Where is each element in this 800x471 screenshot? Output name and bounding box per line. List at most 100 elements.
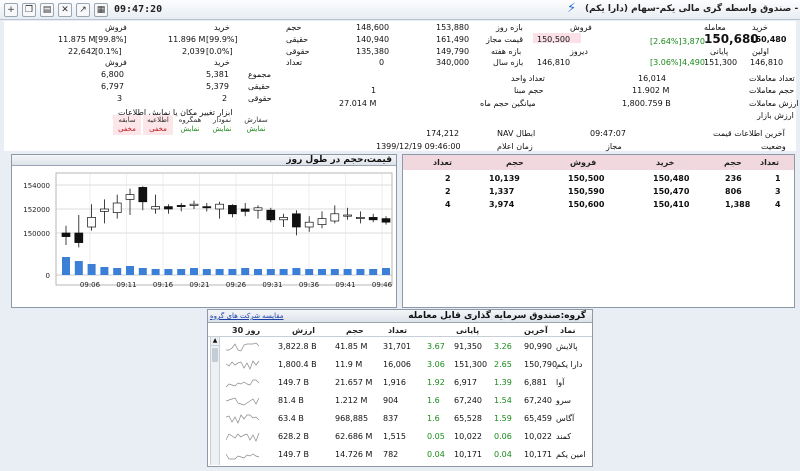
volume-bar (369, 269, 378, 275)
first-value: 146,810 (750, 58, 784, 67)
group-close-pct: 3.06 (427, 360, 445, 369)
tool-history-state: مخفی (118, 125, 136, 133)
copy-icon[interactable]: ❐ (22, 3, 36, 17)
queue-row[interactable]: 4 1,388 150,410 150,600 3,974 4 (403, 199, 794, 212)
tool-chart-toggle[interactable]: نمودار نمایش (207, 115, 237, 135)
candle-body (343, 214, 352, 217)
allowed-price-label: قیمت مجاز (486, 35, 524, 44)
real-buy: 11.896 M (168, 35, 206, 44)
group-row[interactable]: کمند 10,022 0.06 10,022 0.05 1,515 62.686 M 628… (222, 428, 592, 446)
col-buy-label: خرید (214, 23, 230, 32)
last-info-time: 09:47:07 (590, 129, 626, 138)
group-col-value: ارزش (292, 326, 315, 335)
volume-bar (113, 268, 122, 275)
week-high: 149,790 (436, 47, 470, 56)
scroll-up-icon[interactable]: ▲ (211, 337, 219, 346)
group-count: 782 (383, 450, 399, 459)
trades-count: 16,014 (638, 74, 666, 83)
trades-count-label: تعداد معاملات (749, 74, 795, 83)
unit-label: تعداد واحد (511, 74, 545, 83)
week-low: 135,380 (356, 47, 390, 56)
intraday-chart[interactable]: 154000 152000 150000 0 09:06 09:11 09:16 09:21 0… (12, 167, 396, 307)
chart-icon[interactable]: ↗ (76, 3, 90, 17)
volume-bar (356, 269, 365, 275)
group-close-pct: 0.05 (427, 432, 445, 441)
legal-label-2: حقوقی (248, 94, 272, 103)
candle-body (164, 206, 173, 210)
volume-bar (138, 268, 147, 275)
legal-buy-2: 2 (222, 94, 228, 103)
group-row[interactable]: آگاس 65,459 1.59 65,528 1.6 837 968,885 63.4 B (222, 410, 592, 428)
count-label: تعداد (286, 58, 303, 67)
queue-sell-count: 2 (445, 187, 451, 196)
tool-group-toggle[interactable]: همگروه نمایش (175, 115, 205, 135)
queue-col-sell-vol: حجم (506, 158, 524, 167)
real-label-2: حقیقی (248, 82, 271, 91)
year-range-label: بازه سال (493, 58, 524, 67)
candle-body (330, 213, 340, 222)
candle-body (176, 205, 186, 207)
group-close: 10,022 (454, 432, 482, 441)
compare-group-link[interactable]: مقایسه شرکت های گروه (210, 312, 284, 320)
candle-body (356, 217, 365, 219)
sum-buy: 5,381 (206, 70, 229, 79)
group-col-count: تعداد (388, 326, 407, 335)
group-row[interactable]: امین یکم 10,171 0.04 10,171 0.04 782 14.726 M 1… (222, 446, 592, 464)
queue-sell-vol: 1,337 (489, 187, 515, 196)
group-scrollbar[interactable]: ▲ (210, 337, 220, 465)
volume-value: 11.902 M (632, 86, 670, 95)
queue-sell-price: 150,500 (568, 174, 605, 183)
queue-header: تعداد حجم خرید فروش حجم تعداد (403, 155, 794, 170)
volume-bar (318, 269, 326, 275)
group-close: 91,350 (454, 342, 482, 351)
group-count: 837 (383, 414, 399, 423)
avg-month: 27.014 M (339, 99, 377, 108)
x-tick-label: 09:46 (372, 281, 393, 289)
tool-order-toggle[interactable]: سفارش نمایش (239, 115, 273, 135)
queue-row[interactable]: 1 236 150,480 150,500 10,139 2 (403, 173, 794, 186)
last-trade-pct: [2.64%] (650, 37, 682, 46)
queue-sell-price: 150,600 (568, 200, 605, 209)
group-value: 63.4 B (278, 414, 304, 423)
queue-buy-count: 3 (775, 187, 781, 196)
order-queue-panel: تعداد حجم خرید فروش حجم تعداد 1 236 150,48… (402, 154, 795, 308)
group-value: 149.7 B (278, 450, 309, 459)
week-range-label: بازه هفته (491, 47, 522, 56)
tools-icon[interactable]: ✕ (58, 3, 72, 17)
queue-sell-count: 2 (445, 174, 451, 183)
last-info-label: آخرین اطلاعات قیمت (713, 129, 785, 138)
nav-value: 174,212 (426, 129, 460, 138)
real-sell-pct: [99.8%] (95, 35, 127, 44)
candle-body (112, 202, 122, 213)
group-name: کمند (556, 432, 572, 441)
volume-bar (330, 269, 339, 275)
group-header: گروه:صندوق سرمایه گذاری قابل معامله مقای… (208, 310, 592, 323)
table-icon[interactable]: ▦ (94, 3, 108, 17)
volume-bar (215, 269, 224, 275)
tool-notice-toggle[interactable]: اطلاعیه مخفی (143, 115, 173, 135)
group-row[interactable]: سرو 67,240 1.54 67,240 1.6 904 1.212 M 81.4 B (222, 392, 592, 410)
group-col-volume: حجم (346, 326, 364, 335)
group-panel: گروه:صندوق سرمایه گذاری قابل معامله مقای… (207, 309, 593, 467)
group-row[interactable]: دارا یکم 150,790 2.65 151,300 3.06 16,006 11.9… (222, 356, 592, 374)
candle-body (304, 221, 314, 228)
allowed-high-value: 161,490 (436, 35, 470, 44)
group-name: آگاس (556, 414, 575, 423)
top-bar: + ❐ ▤ ✕ ↗ ▦ 09:47:20 ⚡ صندوق واسطه گری م… (0, 0, 800, 20)
real-sell: 11.875 M (58, 35, 96, 44)
group-count: 1,515 (383, 432, 406, 441)
volume-bar (305, 269, 314, 275)
scroll-thumb[interactable] (212, 348, 218, 362)
queue-row[interactable]: 3 806 150,470 150,590 1,337 2 (403, 186, 794, 199)
group-close-pct: 0.04 (427, 450, 445, 459)
group-vol: 14.726 M (335, 450, 373, 459)
tool-history-toggle[interactable]: سابقه مخفی (113, 115, 141, 135)
document-icon[interactable]: ▤ (40, 3, 54, 17)
group-close: 65,528 (454, 414, 482, 423)
y-tick-label: 0 (46, 272, 50, 280)
group-row[interactable]: آوا 6,881 1.39 6,917 1.92 1,916 21.657 M 149.7 … (222, 374, 592, 392)
candle-body (74, 232, 84, 243)
add-icon[interactable]: + (4, 3, 18, 17)
candle-body (202, 206, 212, 209)
group-row[interactable]: پالایش 90,990 3.26 91,350 3.67 31,701 41.85 M 3… (222, 338, 592, 356)
